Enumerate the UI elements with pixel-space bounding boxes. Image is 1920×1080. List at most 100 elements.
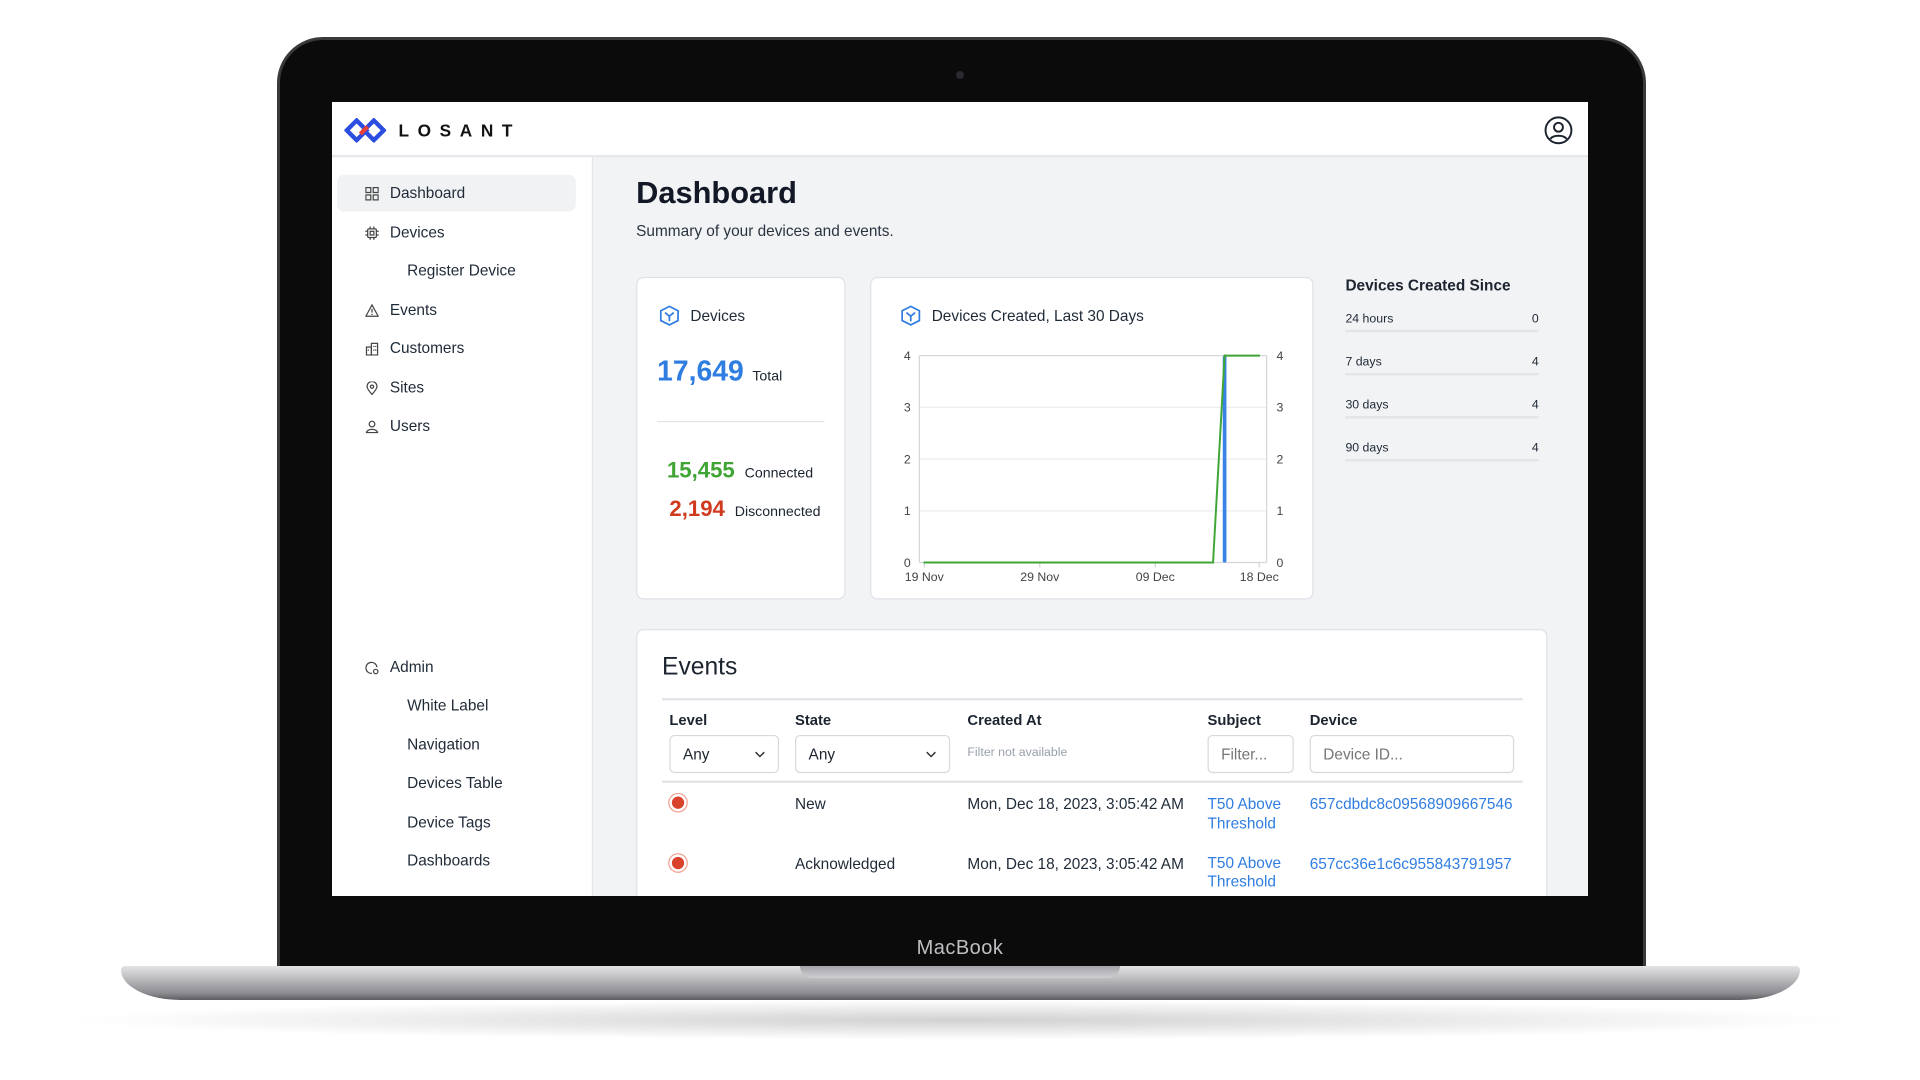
since-row: 90 days 4 — [1345, 442, 1539, 462]
since-row: 30 days 4 — [1345, 398, 1539, 419]
user-icon — [364, 418, 379, 433]
devices-card: Devices 17,649 Total 15,455 Connected 2,… — [636, 276, 846, 600]
event-device-link[interactable]: 657cc36e1c6c955843791957 — [1310, 854, 1512, 874]
sidebar-item-label: Admin — [389, 658, 434, 676]
divider — [662, 780, 1523, 783]
devices-disconnected-label: Disconnected — [734, 504, 821, 520]
chart-point — [1223, 354, 1226, 357]
since-row: 7 days 4 — [1345, 355, 1539, 376]
laptop-brand-label: MacBook — [916, 937, 1004, 959]
device-id-filter-input[interactable] — [1309, 734, 1515, 774]
page-subtitle: Summary of your devices and events. — [636, 222, 894, 240]
events-card: Events Level State Created At Subject De… — [636, 629, 1548, 896]
y-tick-label: 4 — [904, 349, 911, 363]
sidebar-item-events[interactable]: Events — [337, 292, 576, 329]
event-device-link[interactable]: 657cdbdc8c09568909667546 — [1310, 794, 1513, 814]
column-header-subject[interactable]: Subject — [1208, 712, 1261, 729]
sidebar-item-label: Sites — [389, 379, 425, 397]
x-tick-label: 29 Nov — [1020, 570, 1060, 584]
sidebar-item-users[interactable]: Users — [337, 407, 576, 444]
x-tick-label: 09 Dec — [1136, 570, 1175, 584]
sidebar-item-label: Dashboard — [389, 184, 466, 202]
event-subject-link[interactable]: T50 Above Threshold — [1208, 854, 1294, 891]
sidebar-item-label: Devices — [389, 223, 445, 242]
chart-point — [923, 561, 926, 564]
devices-connected-value: 15,455 — [666, 457, 735, 483]
devices-card-title: Devices — [690, 307, 746, 325]
sidebar-item-sites[interactable]: Sites — [337, 369, 576, 406]
y2-tick-label: 0 — [1276, 556, 1283, 570]
user-circle-icon[interactable] — [1544, 116, 1574, 146]
column-header-device[interactable]: Device — [1310, 712, 1358, 729]
devices-total-value: 17,649 — [657, 354, 744, 387]
y-tick-label: 2 — [904, 452, 911, 466]
building-icon — [364, 341, 379, 356]
column-header-created-at[interactable]: Created At — [967, 712, 1041, 729]
sidebar-item-register-device[interactable]: Register Device — [337, 252, 576, 289]
event-created-at: Mon, Dec 18, 2023, 3:05:42 AM — [967, 855, 1184, 873]
grid-icon — [364, 186, 379, 201]
devices-created-since: Devices Created Since 24 hours 0 7 days 4 30… — [1345, 276, 1539, 485]
divider — [662, 697, 1523, 701]
event-created-at: Mon, Dec 18, 2023, 3:05:42 AM — [967, 795, 1184, 813]
devices-created-chart: 0 0 1 1 2 2 3 3 4 4 19 Nov 29 Nov 09 Dec 18 Dec — [904, 349, 1284, 584]
level-filter-value: Any — [682, 745, 710, 763]
sidebar-item-label: Dashboards — [407, 851, 491, 870]
sidebar-item-label: White Label — [407, 696, 489, 715]
camera — [956, 71, 964, 79]
event-subject-link[interactable]: T50 Above Threshold — [1208, 794, 1294, 833]
y2-tick-label: 4 — [1276, 349, 1283, 363]
state-filter-select[interactable]: Any — [795, 734, 951, 774]
since-title: Devices Created Since — [1345, 276, 1511, 295]
critical-level-icon — [671, 796, 685, 809]
chevron-down-icon — [926, 751, 936, 757]
chart-point — [1212, 561, 1215, 564]
chart-point — [1258, 354, 1261, 357]
sidebar-item-label: Register Device — [407, 262, 516, 280]
x-tick-label: 18 Dec — [1240, 570, 1279, 584]
column-header-state[interactable]: State — [795, 712, 831, 729]
sidebar-item-customers[interactable]: Customers — [337, 330, 576, 367]
since-value: 4 — [1531, 398, 1539, 413]
screen: LOSANT Dashboard Devices Register Device… — [332, 102, 1588, 896]
sidebar-item-dashboards[interactable]: Dashboards — [337, 842, 576, 879]
since-value: 4 — [1531, 355, 1539, 370]
y-tick-label: 1 — [904, 504, 911, 518]
x-tick-label: 19 Nov — [905, 570, 945, 584]
sidebar-item-label: Events — [389, 301, 437, 319]
sidebar-item-white-label[interactable]: White Label — [337, 687, 576, 724]
critical-level-icon — [671, 856, 685, 870]
warning-icon — [364, 303, 379, 318]
sidebar-item-label: Device Tags — [407, 813, 491, 831]
y2-tick-label: 2 — [1276, 452, 1283, 466]
since-value: 0 — [1531, 312, 1539, 327]
top-bar: LOSANT — [332, 102, 1588, 158]
sidebar-item-label: Navigation — [407, 736, 480, 754]
sidebar: Dashboard Devices Register Device Events… — [332, 157, 594, 896]
y2-tick-label: 1 — [1276, 504, 1283, 518]
since-label: 30 days — [1345, 398, 1389, 413]
devices-total-label: Total — [752, 369, 783, 384]
event-state: Acknowledged — [795, 855, 896, 873]
level-filter-select[interactable]: Any — [669, 734, 779, 774]
sidebar-item-device-tags[interactable]: Device Tags — [337, 804, 576, 841]
losant-logo-icon — [344, 118, 387, 143]
laptop-notch — [800, 966, 1120, 978]
since-label: 7 days — [1345, 355, 1382, 370]
column-header-level[interactable]: Level — [669, 712, 707, 729]
devices-disconnected-value: 2,194 — [669, 496, 725, 521]
sidebar-item-devices-table[interactable]: Devices Table — [337, 764, 576, 801]
laptop-shadow — [60, 1000, 1860, 1040]
divider — [657, 420, 825, 423]
sidebar-item-devices[interactable]: Devices — [337, 214, 576, 251]
location-pin-icon — [364, 380, 379, 395]
logo[interactable]: LOSANT — [344, 118, 521, 143]
sidebar-item-label: Users — [389, 417, 431, 435]
sidebar-item-navigation[interactable]: Navigation — [337, 726, 576, 763]
sidebar-item-admin[interactable]: Admin — [337, 649, 576, 686]
events-title: Events — [662, 653, 738, 681]
subject-filter-input[interactable] — [1207, 734, 1294, 774]
sidebar-item-dashboard[interactable]: Dashboard — [336, 174, 576, 212]
device-cube-icon — [659, 305, 679, 326]
state-filter-value: Any — [808, 745, 836, 763]
